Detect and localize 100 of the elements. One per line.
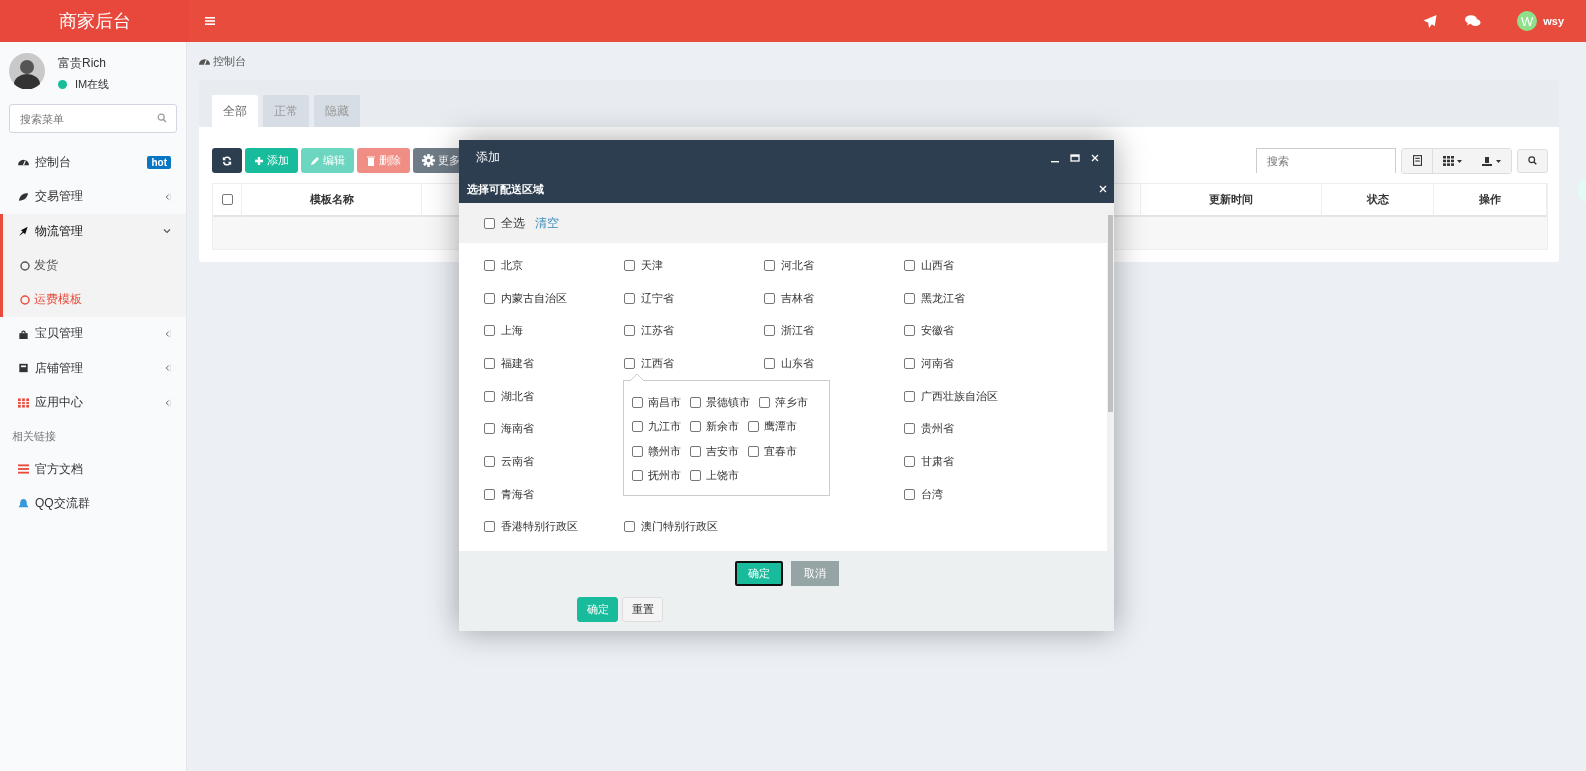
- option-label[interactable]: 江苏省: [641, 323, 674, 339]
- option-label[interactable]: 吉安市: [706, 443, 739, 459]
- checkbox[interactable]: [764, 292, 775, 304]
- tab[interactable]: 全部: [212, 95, 258, 127]
- option-label[interactable]: 山东省: [781, 355, 814, 371]
- option-label[interactable]: 河南省: [921, 355, 954, 371]
- search-field[interactable]: 搜索: [1256, 148, 1396, 173]
- menu-item[interactable]: 物流管理: [3, 214, 186, 249]
- menu-item[interactable]: QQ交流群: [0, 486, 186, 521]
- menu-icon[interactable]: [205, 17, 215, 25]
- reset-button[interactable]: 重置: [622, 597, 663, 622]
- checkbox[interactable]: [764, 259, 775, 271]
- option-label[interactable]: 萍乡市: [775, 394, 808, 410]
- option-label[interactable]: 赣州市: [648, 443, 681, 459]
- option-label[interactable]: 安徽省: [921, 323, 954, 339]
- scrollbar-thumb[interactable]: [1108, 215, 1113, 412]
- option-label[interactable]: 山西省: [921, 257, 954, 273]
- checkbox[interactable]: [904, 325, 915, 337]
- checkbox[interactable]: [484, 488, 495, 500]
- checkbox[interactable]: [904, 390, 915, 402]
- option-label[interactable]: 南昌市: [648, 394, 681, 410]
- menu-item[interactable]: 控制台 hot: [0, 145, 186, 180]
- menu-item[interactable]: 官方文档: [0, 452, 186, 487]
- option-label[interactable]: 上饶市: [706, 468, 739, 484]
- checkbox[interactable]: [748, 445, 759, 457]
- checkbox[interactable]: [904, 357, 915, 369]
- chat-icon[interactable]: [1465, 13, 1482, 29]
- refresh-button[interactable]: [212, 148, 242, 173]
- option-label[interactable]: 浙江省: [781, 323, 814, 339]
- checkbox[interactable]: [632, 421, 643, 433]
- option-label[interactable]: 青海省: [501, 486, 534, 502]
- option-label[interactable]: 全选: [501, 214, 525, 232]
- option-label[interactable]: 鹰潭市: [764, 419, 797, 435]
- option-label[interactable]: 湖北省: [501, 388, 534, 404]
- option-label[interactable]: 辽宁省: [641, 290, 674, 306]
- option-label[interactable]: 北京: [501, 257, 523, 273]
- option-label[interactable]: 河北省: [781, 257, 814, 273]
- breadcrumb[interactable]: 控制台: [213, 53, 246, 69]
- submenu-item[interactable]: 发货: [3, 248, 186, 283]
- checkbox[interactable]: [904, 423, 915, 435]
- option-label[interactable]: 新余市: [706, 419, 739, 435]
- close-icon[interactable]: [1098, 184, 1108, 194]
- option-label[interactable]: 台湾: [921, 486, 943, 502]
- option-label[interactable]: 黑龙江省: [921, 290, 965, 306]
- checkbox[interactable]: [624, 521, 635, 533]
- checkbox[interactable]: [624, 259, 635, 271]
- checkbox[interactable]: [484, 455, 495, 467]
- checkbox[interactable]: [484, 521, 495, 533]
- option-label[interactable]: 天津: [641, 257, 663, 273]
- checkbox[interactable]: [690, 421, 701, 433]
- paper-plane-icon[interactable]: [1422, 13, 1439, 29]
- checkbox[interactable]: [484, 325, 495, 337]
- user-name[interactable]: wsy: [1543, 15, 1564, 27]
- checkbox[interactable]: [221, 194, 233, 205]
- option-label[interactable]: 景德镇市: [706, 394, 750, 410]
- checkbox[interactable]: [748, 421, 759, 433]
- search-field[interactable]: 搜索菜单: [9, 104, 177, 133]
- checkbox[interactable]: [759, 396, 770, 408]
- list-view-button[interactable]: [1402, 148, 1433, 173]
- menu-item[interactable]: 宝贝管理: [0, 316, 186, 351]
- checkbox[interactable]: [690, 396, 701, 408]
- checkbox[interactable]: [484, 390, 495, 402]
- scrollbar[interactable]: [1107, 203, 1114, 551]
- option-label[interactable]: 香港特别行政区: [501, 519, 578, 535]
- close-icon[interactable]: [1090, 152, 1100, 163]
- maximize-icon[interactable]: [1070, 152, 1080, 163]
- menu-item[interactable]: 应用中心: [0, 385, 186, 420]
- checkbox[interactable]: [904, 455, 915, 467]
- checkbox[interactable]: [904, 292, 915, 304]
- option-label[interactable]: 云南省: [501, 453, 534, 469]
- option-label[interactable]: 九江市: [648, 419, 681, 435]
- checkbox[interactable]: [624, 325, 635, 337]
- menu-item[interactable]: 店铺管理: [0, 351, 186, 386]
- checkbox[interactable]: [624, 357, 635, 369]
- option-label[interactable]: 抚州市: [648, 468, 681, 484]
- checkbox[interactable]: [690, 470, 701, 482]
- checkbox[interactable]: [632, 396, 643, 408]
- option-label[interactable]: 澳门特别行政区: [641, 519, 718, 535]
- checkbox[interactable]: [690, 445, 701, 457]
- option-label[interactable]: 江西省: [641, 355, 674, 371]
- checkbox[interactable]: [764, 325, 775, 337]
- checkbox[interactable]: [632, 445, 643, 457]
- option-label[interactable]: 宜春市: [764, 443, 797, 459]
- option-label[interactable]: 甘肃省: [921, 453, 954, 469]
- submenu-item[interactable]: 运费模板: [3, 282, 186, 317]
- option-label[interactable]: 海南省: [501, 421, 534, 437]
- option-label[interactable]: 广西壮族自治区: [921, 388, 998, 404]
- checkbox[interactable]: [904, 259, 915, 271]
- option-label[interactable]: 贵州省: [921, 421, 954, 437]
- checkbox[interactable]: [484, 217, 495, 229]
- menu-item[interactable]: 交易管理: [0, 179, 186, 214]
- checkbox[interactable]: [484, 259, 495, 271]
- checkbox[interactable]: [764, 357, 775, 369]
- option-label[interactable]: 福建省: [501, 355, 534, 371]
- checkbox[interactable]: [904, 488, 915, 500]
- option-label[interactable]: 上海: [501, 323, 523, 339]
- checkbox[interactable]: [624, 292, 635, 304]
- checkbox[interactable]: [484, 292, 495, 304]
- option-label[interactable]: 吉林省: [781, 290, 814, 306]
- option-label[interactable]: 内蒙古自治区: [501, 290, 567, 306]
